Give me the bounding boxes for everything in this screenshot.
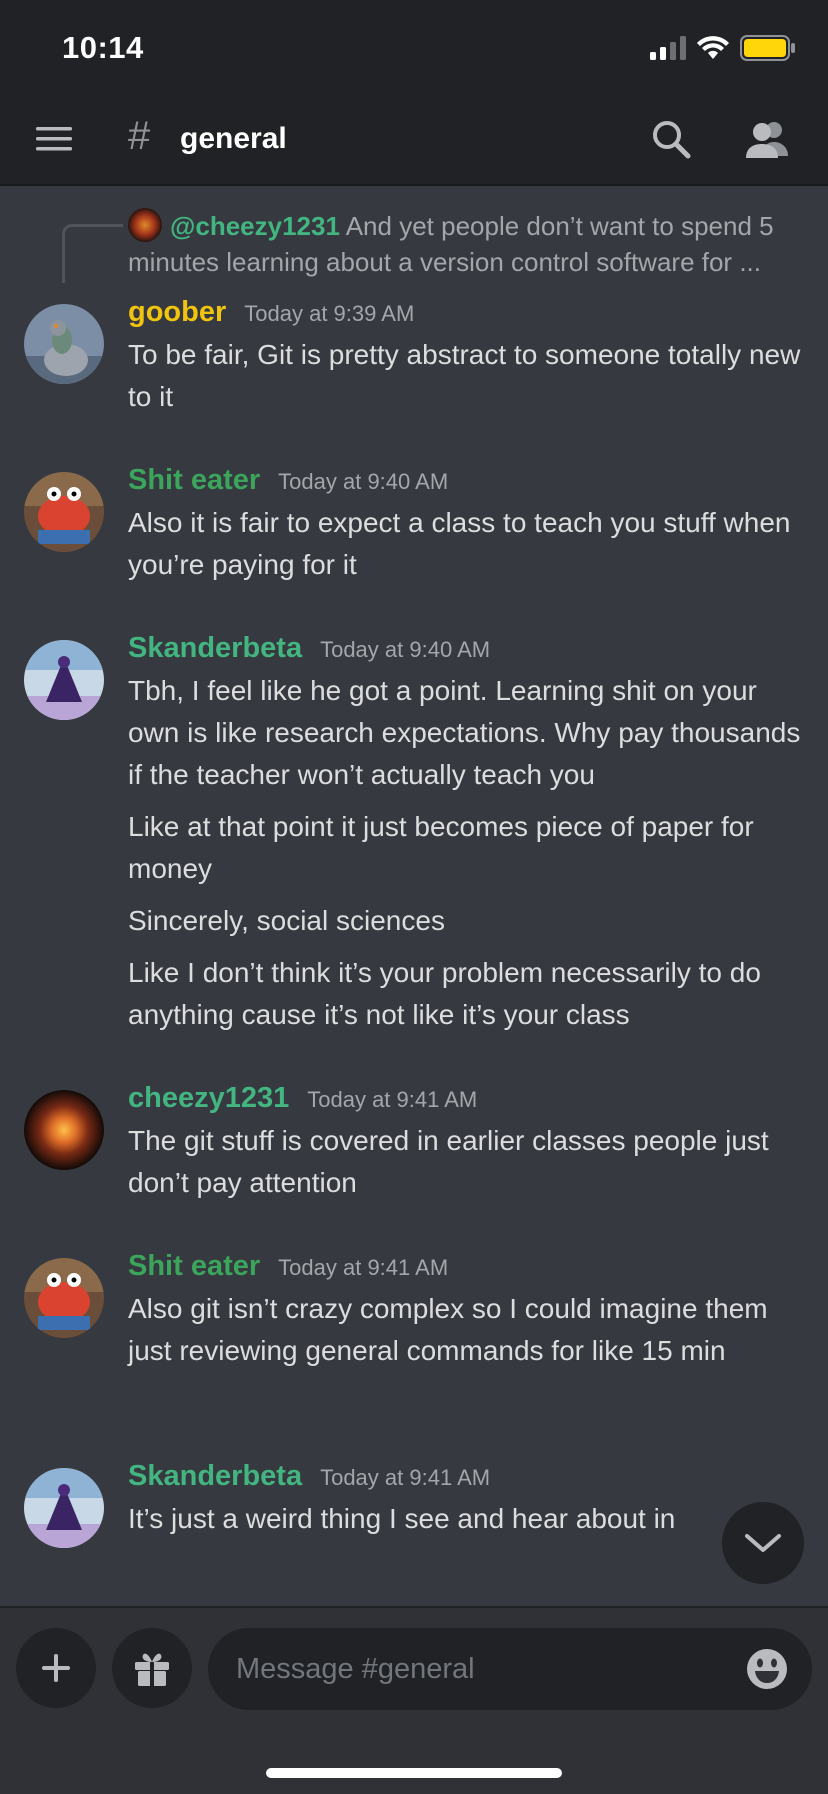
avatar[interactable] <box>24 1090 104 1170</box>
chevron-down-icon <box>745 1534 781 1552</box>
avatar[interactable] <box>24 472 104 552</box>
message-timestamp: Today at 9:40 AM <box>278 469 449 494</box>
message-author[interactable]: Shit eater Today at 9:41 AM <box>128 1250 448 1283</box>
status-bar: 10:14 <box>0 0 828 94</box>
message-input[interactable] <box>208 1628 812 1710</box>
gift-button[interactable] <box>112 1628 192 1708</box>
author-name[interactable]: goober <box>128 296 226 328</box>
message-author[interactable]: Skanderbeta Today at 9:41 AM <box>128 1460 490 1493</box>
author-name[interactable]: cheezy1231 <box>128 1082 289 1114</box>
plus-icon <box>42 1654 70 1682</box>
signal-icon <box>650 36 686 60</box>
message-body: Tbh, I feel like he got a point. Learnin… <box>128 670 808 1046</box>
author-name[interactable]: Skanderbeta <box>128 1460 302 1492</box>
message-text: Sincerely, social sciences <box>128 905 445 936</box>
hash-icon: # <box>128 114 151 158</box>
message-list[interactable]: @cheezy1231 And yet people don’t want to… <box>0 186 828 1606</box>
composer-bar <box>0 1606 828 1794</box>
message-text: To be fair, Git is pretty abstract to so… <box>128 339 801 412</box>
message-author[interactable]: cheezy1231 Today at 9:41 AM <box>128 1082 477 1115</box>
message-timestamp: Today at 9:41 AM <box>320 1465 491 1490</box>
message-text: Like at that point it just becomes piece… <box>128 811 754 884</box>
author-name[interactable]: Shit eater <box>128 464 260 496</box>
message-timestamp: Today at 9:41 AM <box>307 1087 478 1112</box>
message-timestamp: Today at 9:39 AM <box>244 301 415 326</box>
message-author[interactable]: goober Today at 9:39 AM <box>128 296 414 329</box>
message-author[interactable]: Skanderbeta Today at 9:40 AM <box>128 632 490 665</box>
avatar[interactable] <box>24 304 104 384</box>
message-body: Also it is fair to expect a class to tea… <box>128 502 808 596</box>
message-text: Like I don’t think it’s your problem nec… <box>128 957 761 1030</box>
reply-preview: @cheezy1231 And yet people don’t want to… <box>128 208 796 280</box>
reply-author: @cheezy1231 <box>170 211 340 241</box>
add-attachment-button[interactable] <box>16 1628 96 1708</box>
message-body: The git stuff is covered in earlier clas… <box>128 1120 808 1214</box>
gift-icon <box>135 1653 169 1686</box>
message-text: The git stuff is covered in earlier clas… <box>128 1125 769 1198</box>
menu-icon[interactable] <box>34 121 74 157</box>
message-body: It’s just a weird thing I see and hear a… <box>128 1498 808 1550</box>
avatar[interactable] <box>24 1258 104 1338</box>
message-timestamp: Today at 9:40 AM <box>320 637 491 662</box>
author-name[interactable]: Skanderbeta <box>128 632 302 664</box>
members-icon[interactable] <box>744 118 790 160</box>
message-text: Also git isn’t crazy complex so I could … <box>128 1293 768 1366</box>
author-name[interactable]: Shit eater <box>128 1250 260 1282</box>
message-text: Tbh, I feel like he got a point. Learnin… <box>128 675 801 790</box>
avatar[interactable] <box>24 1468 104 1548</box>
home-indicator <box>266 1768 562 1778</box>
message-body: To be fair, Git is pretty abstract to so… <box>128 334 808 428</box>
search-icon[interactable] <box>650 118 692 160</box>
battery-icon <box>740 35 795 61</box>
jump-to-present-button[interactable] <box>722 1502 804 1584</box>
message-body: Also git isn’t crazy complex so I could … <box>128 1288 808 1382</box>
avatar[interactable] <box>24 640 104 720</box>
channel-header: # general <box>0 94 828 186</box>
emoji-icon[interactable] <box>746 1648 788 1690</box>
channel-title: general <box>180 122 287 155</box>
status-icons <box>650 34 796 62</box>
status-time: 10:14 <box>62 30 144 65</box>
wifi-icon <box>697 36 729 59</box>
message-text: Also it is fair to expect a class to tea… <box>128 507 791 580</box>
reply-connector <box>62 224 123 283</box>
message-timestamp: Today at 9:41 AM <box>278 1255 449 1280</box>
message-author[interactable]: Shit eater Today at 9:40 AM <box>128 464 448 497</box>
message-text: It’s just a weird thing I see and hear a… <box>128 1503 676 1534</box>
